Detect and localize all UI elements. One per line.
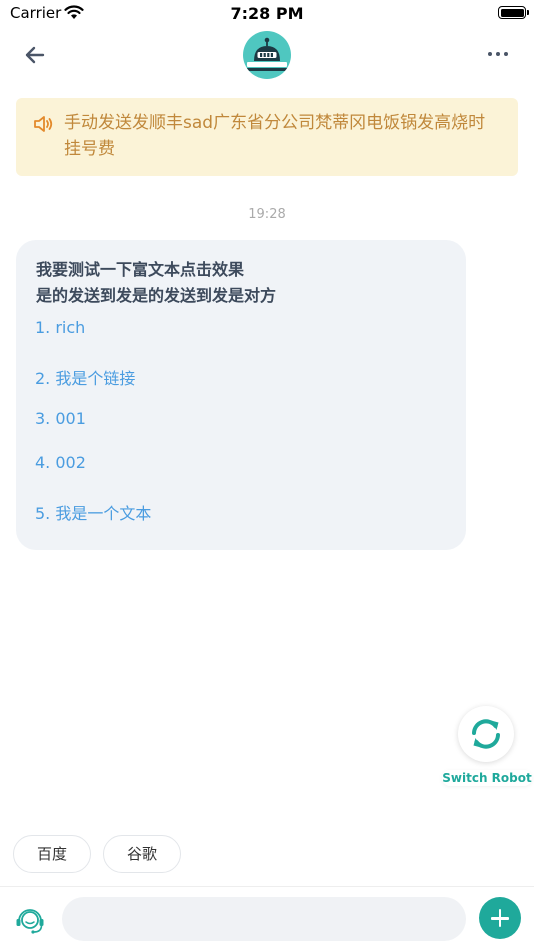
robot-icon [247,37,287,71]
headset-agent-icon[interactable] [13,904,47,938]
input-bar [0,886,534,951]
rich-text-link[interactable]: 4. 002 [35,453,86,472]
plus-icon[interactable] [479,897,521,939]
message-title-line: 是的发送到发是的发送到发是对方 [36,286,277,305]
notice-banner: 手动发送发顺丰sad广东省分公司梵蒂冈电饭锅发高烧时挂号费 [16,98,518,176]
nav-bar [0,28,534,84]
rich-text-link[interactable]: 5. 我是一个文本 [35,500,151,524]
robot-avatar[interactable] [243,31,291,79]
rich-text-link[interactable]: 1. rich [35,318,85,337]
battery-icon [498,6,529,19]
message-title-line: 我要测试一下富文本点击效果 [36,260,245,279]
message-timestamp: 19:28 [248,207,286,222]
status-bar: Carrier 7:28 PM [0,0,534,28]
refresh-icon [472,719,500,749]
more-dots-icon[interactable] [484,42,512,66]
speaker-icon [34,116,53,132]
rich-text-link[interactable]: 3. 001 [35,409,86,428]
rich-text-link[interactable]: 2. 我是个链接 [35,365,135,389]
notice-text: 手动发送发顺丰sad广东省分公司梵蒂冈电饭锅发高烧时挂号费 [64,113,486,159]
message-title: 我要测试一下富文本点击效果 是的发送到发是的发送到发是对方 [36,257,276,309]
switch-robot-circle[interactable] [458,706,514,762]
status-time: 7:28 PM [230,4,304,23]
switch-robot-button[interactable]: Switch Robot [442,704,532,788]
quick-reply-chip[interactable]: 谷歌 [103,835,181,873]
quick-reply-chip[interactable]: 百度 [13,835,91,873]
back-arrow-icon[interactable] [20,40,50,70]
robot-message-bubble: 我要测试一下富文本点击效果 是的发送到发是的发送到发是对方 1. rich 2.… [16,240,466,550]
switch-robot-label[interactable]: Switch Robot [442,770,532,786]
message-input[interactable] [62,897,466,941]
